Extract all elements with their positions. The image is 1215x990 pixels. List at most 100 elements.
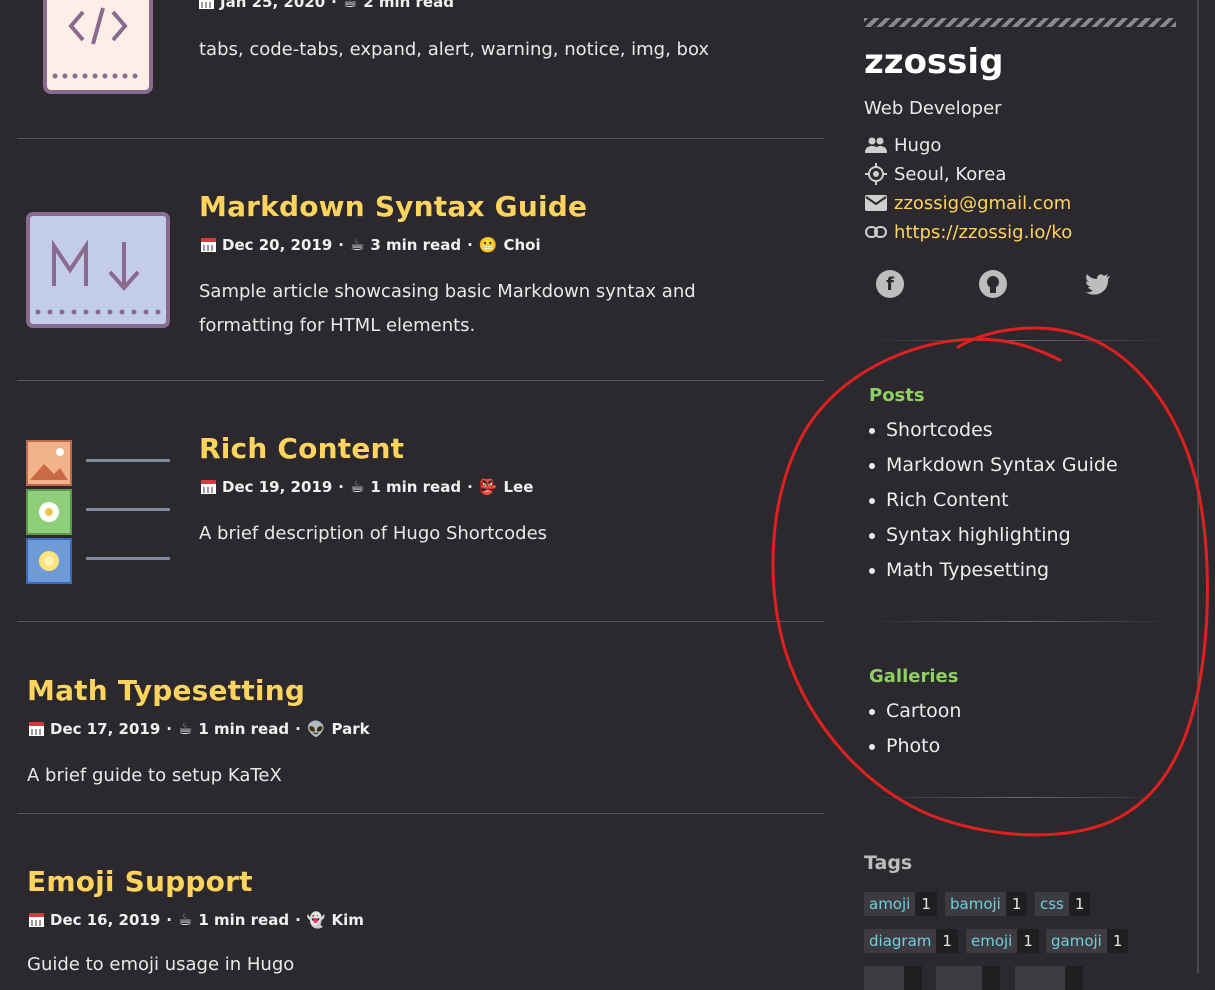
sidebar-hatch-decoration [864,18,1176,27]
post-title[interactable]: Math Typesetting [27,674,305,707]
divider [864,797,1176,798]
posts-list-item-label[interactable]: Markdown Syntax Guide [886,448,1118,483]
galleries-list-item[interactable]: Cartoon [869,694,961,729]
tag-count: 1 [1005,892,1028,916]
post-list: Jan 25, 2020 · ☕ 2 min read tabs, code-t… [0,0,840,975]
profile-org: Hugo [864,134,941,156]
post-meta: Dec 20, 2019 · ☕ 3 min read · 😬 Choi [201,235,541,254]
posts-list-item[interactable]: Math Typesetting [869,553,1118,588]
tag-name[interactable]: gamoji [1046,929,1107,953]
galleries-section-title: Galleries [869,666,959,687]
gallery-thumbnail-icon[interactable] [26,440,172,588]
mail-icon [864,192,888,214]
markdown-thumbnail-icon[interactable] [26,212,170,332]
post-meta: Dec 19, 2019 · ☕ 1 min read · 👺 Lee [201,477,533,496]
author-avatar-icon: 👽 [306,719,326,738]
posts-section-title: Posts [869,385,925,406]
post-title[interactable]: Markdown Syntax Guide [199,190,587,223]
code-thumbnail-icon[interactable] [43,0,153,100]
coffee-icon: ☕ [349,235,365,254]
coffee-icon: ☕ [349,477,365,496]
tag-count: 1 [1017,929,1039,953]
tag-partial[interactable] [1015,966,1083,990]
posts-list-item-label[interactable]: Math Typesetting [886,553,1049,588]
divider [17,380,824,381]
tag-name[interactable]: amoji [864,892,916,916]
posts-list-item-label[interactable]: Syntax highlighting [886,518,1071,553]
tag[interactable]: bamoji 1 [945,892,1028,916]
tag-count: 1 [936,929,958,953]
posts-list-item[interactable]: Syntax highlighting [869,518,1118,553]
calendar-icon [201,479,216,494]
tag-name[interactable]: emoji [966,929,1018,953]
tag[interactable]: diagram 1 [864,929,958,953]
post-read-time: 2 min read [363,0,454,11]
tag-count: 1 [915,892,937,916]
posts-list-item-label[interactable]: Shortcodes [886,413,993,448]
tag[interactable]: amoji 1 [864,892,937,916]
tag-name[interactable]: bamoji [945,892,1006,916]
coffee-icon: ☕ [177,910,193,929]
post-date: Dec 20, 2019 [222,235,333,254]
link-icon [864,221,888,243]
tag-count: 1 [1106,929,1129,953]
post-title[interactable]: Emoji Support [27,865,253,898]
location-icon [864,163,888,185]
profile-website-link[interactable]: https://zzossig.io/ko [894,222,1072,243]
galleries-list-item-label[interactable]: Cartoon [886,694,961,729]
tag[interactable]: gamoji 1 [1046,929,1129,953]
profile-location-text: Seoul, Korea [894,163,1007,185]
galleries-list-item[interactable]: Photo [869,729,961,764]
profile-org-text: Hugo [894,134,942,156]
posts-list-item-label[interactable]: Rich Content [886,483,1009,518]
sidebar-border [1197,0,1199,973]
post-date: Dec 19, 2019 [222,477,333,496]
author-avatar-icon: 👺 [478,477,498,496]
calendar-icon [199,0,214,9]
post-read-time: 3 min read [370,235,462,254]
tag-partial[interactable] [936,966,1000,990]
post-title[interactable]: Rich Content [199,432,404,465]
galleries-list-item-label[interactable]: Photo [886,729,940,764]
post-read-time: 1 min read [198,719,290,738]
post-description: A brief description of Hugo Shortcodes [199,523,548,544]
post-author[interactable]: Choi [503,236,540,254]
posts-list-item[interactable]: Shortcodes [869,413,1118,448]
posts-list-item[interactable]: Markdown Syntax Guide [869,448,1118,483]
galleries-list: Cartoon Photo [869,694,961,764]
post-date: Dec 17, 2019 [50,719,161,738]
calendar-icon [29,721,44,736]
profile-location: Seoul, Korea [864,163,1006,185]
facebook-icon[interactable]: f [876,270,904,298]
post-description: Guide to emoji usage in Hugo [27,954,295,975]
tags-section-title: Tags [864,852,913,874]
people-icon [864,134,888,156]
post-date: Jan 25, 2020 [220,0,326,11]
posts-list-item[interactable]: Rich Content [869,483,1118,518]
coffee-icon: ☕ [177,719,193,738]
divider [17,138,824,139]
tag-name[interactable]: css [1035,892,1069,916]
profile-name: zzossig [864,42,1004,82]
post-author[interactable]: Park [331,720,369,738]
post-read-time: 1 min read [370,477,462,496]
post-date: Dec 16, 2019 [50,910,161,929]
profile-website: https://zzossig.io/ko [864,221,1072,243]
divider [864,621,1176,622]
tag-partial[interactable] [864,966,922,990]
profile-email-link[interactable]: zzossig@gmail.com [894,193,1071,214]
github-icon[interactable] [979,270,1007,298]
tag-name[interactable]: diagram [864,929,937,953]
tag[interactable]: css 1 [1035,892,1091,916]
calendar-icon [201,237,216,252]
posts-list: Shortcodes Markdown Syntax Guide Rich Co… [869,413,1118,588]
tag[interactable]: emoji 1 [966,929,1039,953]
post-author[interactable]: Lee [503,478,533,496]
twitter-icon[interactable] [1084,270,1112,298]
post-meta: Jan 25, 2020 · ☕ 2 min read [199,0,454,11]
post-read-time: 1 min read [198,910,290,929]
tag-count: 1 [1068,892,1091,916]
profile-role: Web Developer [864,98,1002,119]
post-description: A brief guide to setup KaTeX [27,765,282,786]
post-author[interactable]: Kim [331,911,363,929]
